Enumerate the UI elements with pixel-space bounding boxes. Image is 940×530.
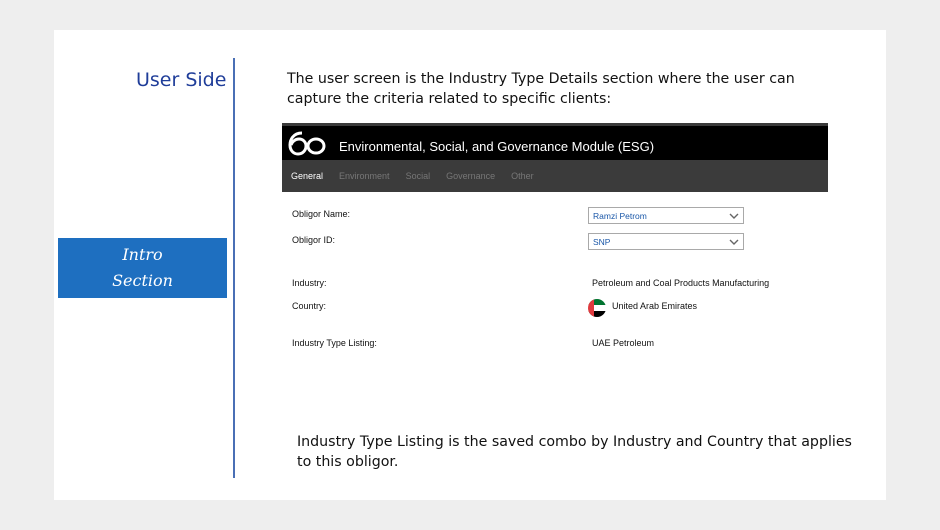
tab-general[interactable]: General [291,171,323,181]
intro-label-line2: Section [112,271,173,290]
obligor-id-label: Obligor ID: [292,235,336,245]
vertical-divider [233,58,235,478]
obligor-id-value: SNP [593,236,611,247]
app-header: Environmental, Social, and Governance Mo… [282,123,828,160]
chevron-down-icon [729,239,739,245]
tab-bar: General Environment Social Governance Ot… [282,160,828,192]
country-label: Country: [292,301,327,311]
6o-logo-icon [288,131,326,156]
tab-governance[interactable]: Governance [446,171,495,181]
intro-section-box: Intro Section [58,238,227,298]
obligor-name-value: Ramzi Petrom [593,210,647,221]
industry-value: Petroleum and Coal Products Manufacturin… [592,278,770,288]
industry-type-listing-label: Industry Type Listing: [292,338,377,348]
tab-other[interactable]: Other [511,171,534,181]
slide: User Side Intro Section The user screen … [54,30,886,500]
country-value: United Arab Emirates [612,301,698,311]
industry-label: Industry: [292,278,327,288]
chevron-down-icon [729,213,739,219]
app-screenshot: Environmental, Social, and Governance Mo… [282,123,828,376]
intro-label-line1: Intro [122,245,163,264]
app-title: Environmental, Social, and Governance Mo… [339,139,655,154]
obligor-id-select[interactable]: SNP [588,233,744,250]
obligor-name-select[interactable]: Ramzi Petrom [588,207,744,224]
uae-flag-icon [588,299,606,317]
tab-environment[interactable]: Environment [339,171,390,181]
section-heading: User Side [136,69,227,91]
industry-type-listing-value: UAE Petroleum [592,338,655,348]
obligor-name-label: Obligor Name: [292,209,351,219]
description-text: The user screen is the Industry Type Det… [287,71,795,107]
tab-social[interactable]: Social [406,171,431,181]
footer-note: Industry Type Listing is the saved combo… [297,434,852,470]
